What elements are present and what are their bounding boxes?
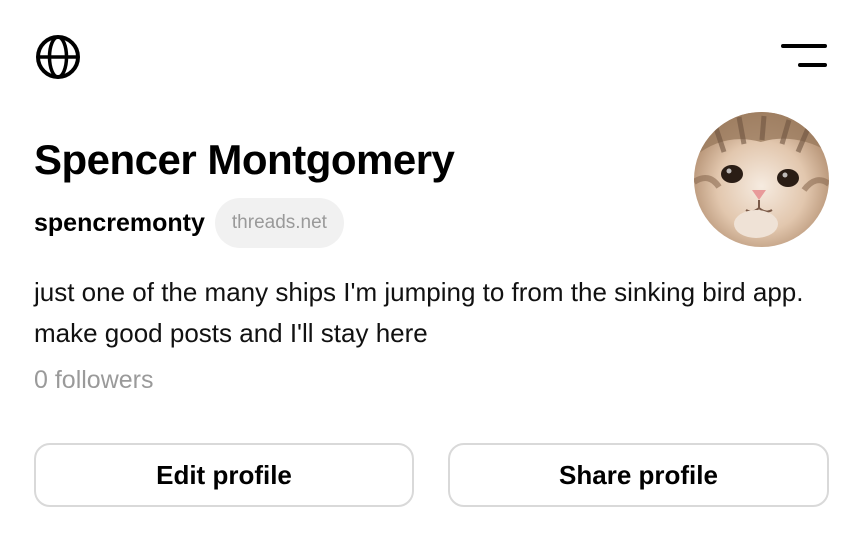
share-profile-button[interactable]: Share profile <box>448 443 829 507</box>
avatar[interactable] <box>694 112 829 247</box>
profile-username: spencremonty <box>34 208 205 237</box>
menu-icon[interactable] <box>780 40 828 72</box>
handle-row: spencremonty threads.net <box>34 198 344 248</box>
profile-display-name: Spencer Montgomery <box>34 136 455 183</box>
followers-count[interactable]: 0 followers <box>34 366 154 395</box>
edit-profile-button[interactable]: Edit profile <box>34 443 414 507</box>
globe-icon[interactable] <box>34 33 82 81</box>
profile-bio: just one of the many ships I'm jumping t… <box>34 277 804 348</box>
domain-badge[interactable]: threads.net <box>214 198 344 248</box>
cat-avatar-image <box>694 112 829 247</box>
